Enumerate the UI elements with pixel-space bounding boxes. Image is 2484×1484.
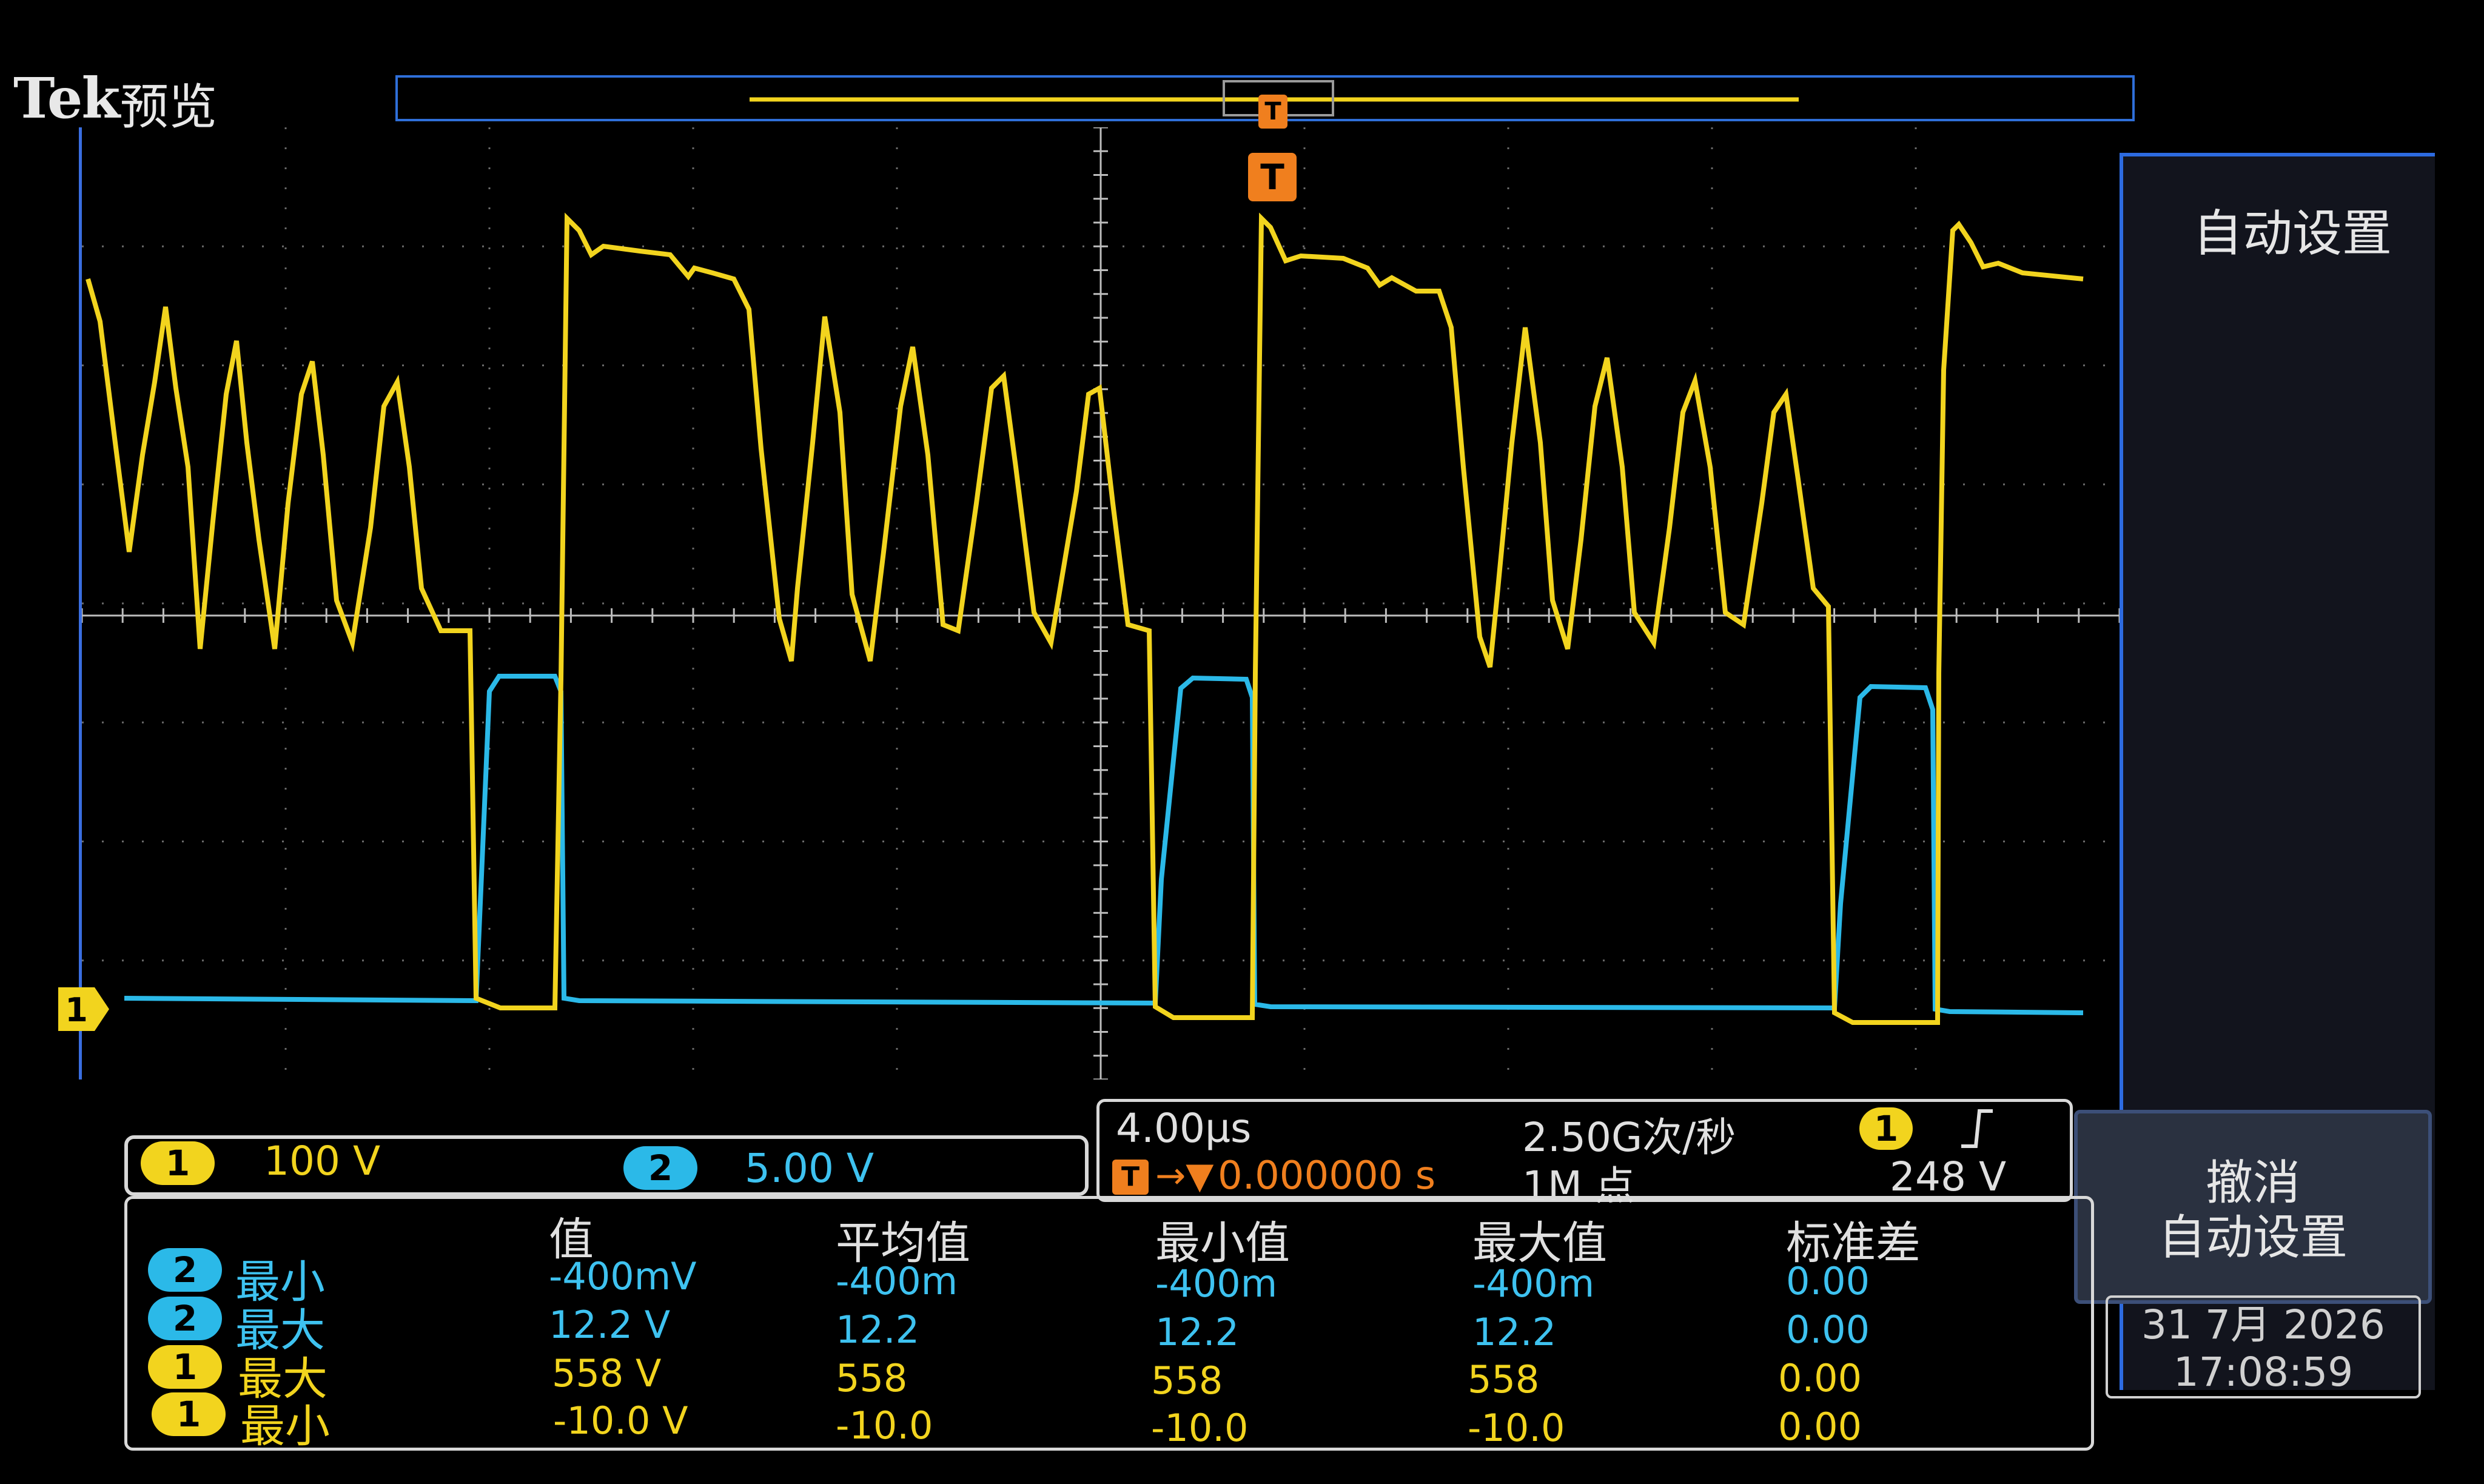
meas-row-value: 558 V [552, 1351, 662, 1395]
meas-row-std: 0.00 [1786, 1259, 1870, 1303]
ch1-badge[interactable]: 1 [141, 1141, 215, 1185]
meas-row-max: -10.0 [1468, 1406, 1565, 1450]
meas-row-min: 558 [1151, 1358, 1223, 1403]
meas-row-mean: 12.2 [836, 1308, 920, 1352]
brand-logo: Tek [13, 65, 120, 131]
delay-arrow-icon: →▼ [1155, 1155, 1214, 1197]
meas-row-max: 12.2 [1472, 1310, 1557, 1354]
meas-row-name: 最小 [240, 1400, 330, 1452]
undo-autoset-line2: 自动设置 [2158, 1210, 2348, 1265]
meas-row-value: 12.2 V [549, 1303, 671, 1347]
meas-row-mean: 558 [836, 1356, 908, 1400]
meas-row-max: 558 [1468, 1357, 1540, 1402]
trigger-delay-value[interactable]: 0.000000 s [1218, 1153, 1435, 1198]
ch2-badge[interactable]: 2 [623, 1146, 697, 1190]
autoset-menu-title: 自动设置 [2192, 205, 2392, 263]
undo-autoset-button[interactable]: 撤消 自动设置 [2074, 1110, 2432, 1304]
meas-row-std: 0.00 [1778, 1405, 1862, 1449]
meas-row-std: 0.00 [1778, 1356, 1862, 1400]
oscilloscope-screen: Tek 预览 T T 1 自动设置 撤消 自动设置 31 7月 2026 17:… [0, 0, 2484, 1484]
waveform-traces [86, 212, 2084, 1025]
meas-row-mean: -400m [836, 1259, 958, 1303]
meas-row-value: -10.0 V [553, 1398, 688, 1443]
time-text: 17:08:59 [2173, 1349, 2354, 1395]
trigger-source-badge[interactable]: 1 [1859, 1107, 1913, 1150]
meas-row-std: 0.00 [1786, 1308, 1870, 1352]
ch2-scale[interactable]: 5.00 V [745, 1145, 874, 1192]
meas-row-max: -400m [1472, 1261, 1595, 1306]
undo-autoset-line1: 撤消 [2205, 1156, 2300, 1210]
svg-text:1: 1 [65, 991, 88, 1029]
trigger-level[interactable]: 248 V [1890, 1153, 2006, 1200]
ch1-ground-marker[interactable]: 1 [56, 984, 112, 1035]
date-text: 31 7月 2026 [2141, 1301, 2385, 1348]
meas-row-mean: -10.0 [836, 1403, 933, 1448]
ch1-scale[interactable]: 100 V [264, 1138, 380, 1184]
meas-row-channel-badge: 1 [152, 1392, 226, 1436]
meas-row-channel-badge: 2 [148, 1297, 222, 1340]
trigger-delay-icon: T [1112, 1160, 1149, 1195]
ch2-waveform [124, 674, 2084, 1015]
horizontal-scale[interactable]: 4.00µs [1116, 1105, 1251, 1152]
overview-trigger-marker: T [1258, 95, 1287, 129]
meas-row-value: -400mV [549, 1254, 697, 1298]
meas-row-min: -400m [1155, 1261, 1278, 1306]
meas-row-channel-badge: 2 [148, 1248, 222, 1292]
waveform-graticule[interactable] [79, 127, 2120, 1079]
rising-edge-icon [1961, 1109, 1993, 1148]
meas-row-min: 12.2 [1155, 1310, 1240, 1354]
ch1-waveform [86, 212, 2084, 1025]
meas-row-channel-badge: 1 [148, 1345, 222, 1389]
datetime-display: 31 7月 2026 17:08:59 [2106, 1295, 2421, 1398]
meas-row-min: -10.0 [1151, 1406, 1249, 1450]
